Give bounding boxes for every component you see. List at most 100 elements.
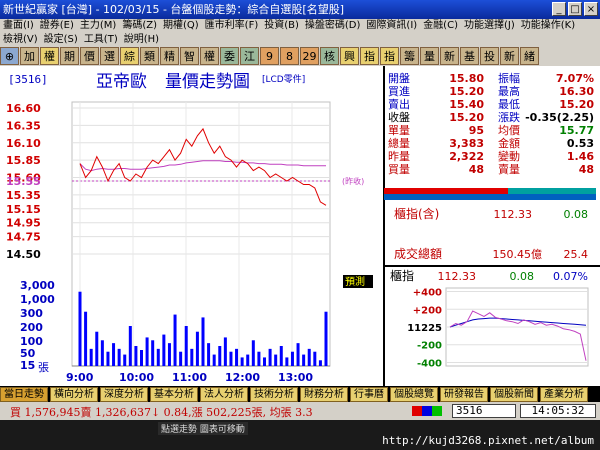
time-tick-label: 12:00: [225, 371, 260, 384]
toolbar-button-26[interactable]: 緒: [520, 47, 539, 65]
mini-tick-label: -400: [417, 358, 442, 369]
maximize-button[interactable]: □: [568, 2, 582, 16]
quote-value: 1.46: [567, 150, 594, 163]
analysis-tab-5[interactable]: 技術分析: [250, 387, 298, 402]
time-tick-label: 9:00: [66, 371, 94, 384]
volume-bar: [78, 291, 82, 366]
quote-label: 振幅: [498, 71, 520, 85]
toolbar-button-1[interactable]: 加: [20, 47, 39, 65]
quote-value: 16.30: [559, 85, 594, 98]
volume-bar: [162, 334, 166, 366]
analysis-tab-2[interactable]: 深度分析: [100, 387, 148, 402]
stock-code-input[interactable]: 3516: [452, 404, 516, 418]
footer: 點選走勢 圖表可移動 http://kujd3268.pixnet.net/al…: [0, 420, 600, 450]
toolbar-button-21[interactable]: 量: [420, 47, 439, 65]
total-volume-label: 成交總額: [394, 246, 442, 261]
menu-item-11[interactable]: 功能操作(K): [518, 19, 578, 33]
toolbar-button-17[interactable]: 興: [340, 47, 359, 65]
toolbar-button-4[interactable]: 價: [80, 47, 99, 65]
menu2-item-2[interactable]: 工具(T): [81, 33, 121, 46]
toolbar-button-18[interactable]: 指: [360, 47, 379, 65]
bid-ask-bar-teal: [508, 188, 596, 194]
window-title: 新世紀贏家 [台灣] - 102/03/15 - 台盤個股走勢：綜合自選股[名望…: [3, 3, 344, 16]
minimize-button[interactable]: _: [552, 2, 566, 16]
volume-bar: [223, 337, 227, 366]
toolbar-button-2[interactable]: 權: [40, 47, 59, 65]
analysis-tab-10[interactable]: 個股新聞: [490, 387, 538, 402]
volume-bar: [201, 317, 205, 366]
status-bar: 買 1,576,945賣 1,326,637↓ 0.84,漲 502,225張,…: [0, 402, 600, 420]
menu-item-2[interactable]: 主力(M): [77, 19, 119, 33]
analysis-tab-11[interactable]: 產業分析: [540, 387, 588, 402]
toolbar-button-14[interactable]: 8: [280, 47, 299, 65]
menu2-item-0[interactable]: 檢視(V): [0, 33, 41, 46]
toolbar-button-10[interactable]: 權: [200, 47, 219, 65]
toolbar-button-23[interactable]: 基: [460, 47, 479, 65]
toolbar-button-12[interactable]: 江: [240, 47, 259, 65]
volume-bar: [100, 340, 104, 366]
analysis-tab-6[interactable]: 財務分析: [300, 387, 348, 402]
toolbar-button-6[interactable]: 綜: [120, 47, 139, 65]
quote-value: 0.53: [567, 137, 594, 150]
menu-item-7[interactable]: 操盤密碼(D): [302, 19, 364, 33]
quote-label: 賣量: [498, 162, 520, 176]
analysis-tab-7[interactable]: 行事曆: [350, 387, 388, 402]
volume-bar: [274, 354, 278, 366]
stock-industry-tag: [LCD零件]: [262, 73, 305, 85]
toolbar-button-22[interactable]: 新: [440, 47, 459, 65]
mini-tick-label: +400: [413, 288, 442, 299]
toolbar-button-11[interactable]: 委: [220, 47, 239, 65]
toolbar-button-24[interactable]: 投: [480, 47, 499, 65]
toolbar-button-0[interactable]: ⊕: [0, 47, 19, 65]
menu-item-5[interactable]: 匯市利率(F): [202, 19, 262, 33]
volume-bar: [240, 357, 244, 366]
quote-value: 2,322: [449, 150, 484, 163]
close-button[interactable]: ×: [584, 2, 598, 16]
toolbar-button-5[interactable]: 選: [100, 47, 119, 65]
menu-item-6[interactable]: 投資(B): [261, 19, 302, 33]
volume-bar: [290, 351, 294, 366]
price-tick-label: 15.55: [6, 175, 41, 188]
volume-tick-label: 300: [20, 307, 43, 320]
toolbar-button-15[interactable]: 29: [300, 47, 319, 65]
mini-chart-value: 112.33: [438, 270, 477, 283]
toolbar-button-25[interactable]: 新: [500, 47, 519, 65]
price-tick-label: 16.60: [6, 102, 41, 115]
analysis-tab-8[interactable]: 個股總覽: [390, 387, 438, 402]
toolbar-button-16[interactable]: 核: [320, 47, 339, 65]
toolbar-button-20[interactable]: 籌: [400, 47, 419, 65]
mini-tick-label: +200: [413, 305, 442, 316]
toolbar-button-19[interactable]: 指: [380, 47, 399, 65]
menu-item-1[interactable]: 證券(E): [37, 19, 77, 33]
toolbar-button-13[interactable]: 9: [260, 47, 279, 65]
quote-label: 賣出: [388, 97, 410, 111]
toolbar-button-7[interactable]: 類: [140, 47, 159, 65]
price-tick-label: 16.35: [6, 119, 41, 132]
toolbar-button-3[interactable]: 期: [60, 47, 79, 65]
volume-bar: [257, 351, 261, 366]
menu-item-0[interactable]: 畫面(I): [0, 19, 37, 33]
clock: 14:05:32: [520, 404, 596, 418]
analysis-tab-0[interactable]: 當日走勢: [0, 387, 48, 402]
analysis-tab-9[interactable]: 研發報告: [440, 387, 488, 402]
quote-value: 15.20: [449, 111, 484, 124]
menu-item-9[interactable]: 金融(C): [420, 19, 461, 33]
menu-item-8[interactable]: 國際資訊(I): [363, 19, 420, 33]
volume-bar: [307, 348, 311, 366]
menu2-item-3[interactable]: 說明(H): [121, 33, 162, 46]
quote-label: 買量: [388, 163, 410, 176]
toolbar-button-9[interactable]: 智: [180, 47, 199, 65]
quote-label: 最高: [498, 84, 520, 98]
menu-item-3[interactable]: 籌碼(Z): [119, 19, 160, 33]
menu-item-10[interactable]: 功能選擇(J): [461, 19, 518, 33]
mini-tick-label: 11225: [407, 323, 442, 334]
analysis-tab-3[interactable]: 基本分析: [150, 387, 198, 402]
menu2-item-1[interactable]: 設定(S): [41, 33, 81, 46]
menu-item-4[interactable]: 期權(Q): [160, 19, 202, 33]
reference-price-label: (昨收): [342, 176, 364, 186]
volume-bar: [173, 314, 177, 366]
analysis-tab-4[interactable]: 法人分析: [200, 387, 248, 402]
analysis-tab-1[interactable]: 橫向分析: [50, 387, 98, 402]
toolbar-button-8[interactable]: 精: [160, 47, 179, 65]
volume-bar: [156, 348, 160, 366]
